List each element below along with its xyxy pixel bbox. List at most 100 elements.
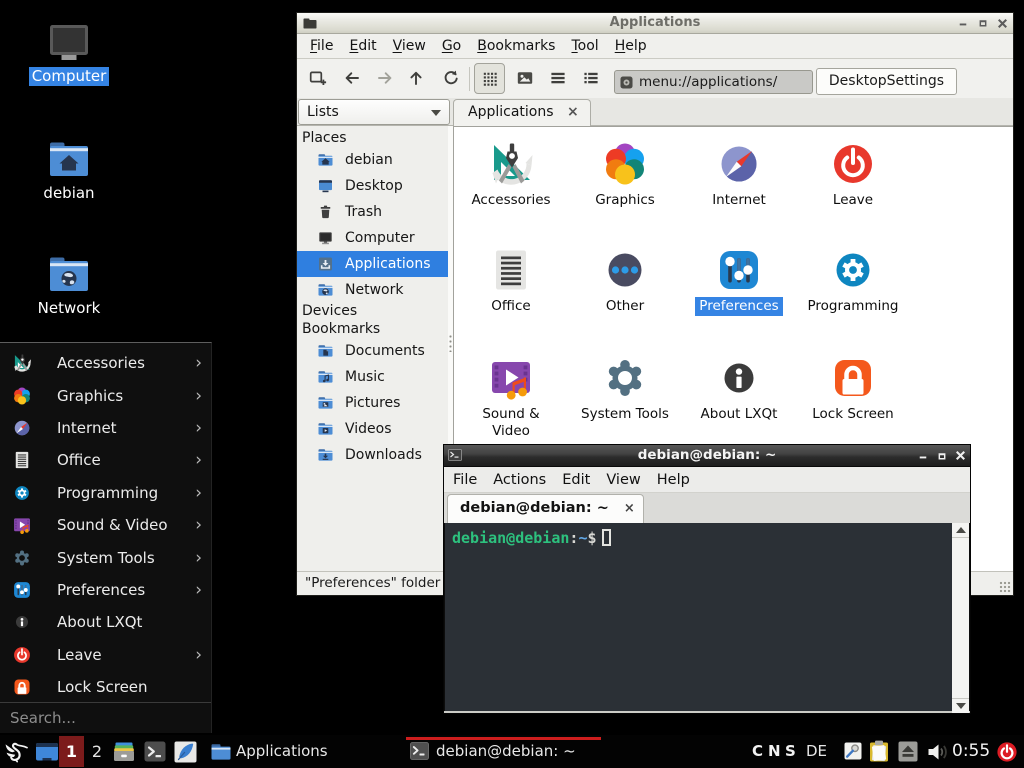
fm-menu-edit[interactable]: Edit — [341, 36, 384, 56]
menu-item-leave[interactable]: Leave› — [0, 639, 211, 671]
sidebar-item-debian[interactable]: debian — [297, 147, 448, 173]
tab-close-icon[interactable]: × — [567, 104, 579, 120]
menu-search-input[interactable]: Search... — [0, 702, 211, 733]
clipboard-tray-icon[interactable] — [868, 740, 890, 762]
submenu-arrow-icon: › — [195, 515, 202, 535]
menu-item-sound-video[interactable]: Sound & Video› — [0, 509, 211, 541]
terminal-minimize-button[interactable] — [917, 450, 928, 461]
back-button[interactable] — [343, 69, 361, 87]
app-menu-button[interactable] — [4, 740, 28, 763]
terminal-launcher[interactable] — [144, 741, 166, 762]
terminal-menu-edit[interactable]: Edit — [554, 470, 598, 490]
desktop-switcher-icon[interactable] — [35, 742, 59, 762]
volume-tray-icon[interactable] — [927, 742, 949, 762]
detailed-view-button[interactable] — [582, 69, 600, 87]
sidebar-item-trash[interactable]: Trash — [297, 199, 448, 225]
clock[interactable]: 0:55 — [952, 735, 990, 768]
fm-maximize-button[interactable] — [977, 18, 988, 29]
leave-button[interactable] — [997, 742, 1017, 762]
keyboard-layout-indicator[interactable]: DE — [806, 735, 827, 768]
sidebar-item-videos[interactable]: Videos — [297, 416, 448, 442]
desktop-icon-network[interactable]: Network — [27, 255, 111, 318]
fm-menu-tool[interactable]: Tool — [563, 36, 606, 56]
terminal-tab[interactable]: debian@debian: ~ × — [447, 494, 644, 523]
resize-grip[interactable] — [999, 581, 1011, 593]
sidebar-item-music[interactable]: Music — [297, 364, 448, 390]
sidebar-item-documents[interactable]: Documents — [297, 338, 448, 364]
scroll-up-button[interactable] — [952, 523, 969, 538]
app-category-sound[interactable]: Sound & Video — [454, 354, 568, 441]
terminal-scrollbar[interactable] — [952, 523, 969, 713]
workspace-1-button[interactable]: 1 — [59, 736, 84, 767]
menu-item-internet[interactable]: Internet› — [0, 412, 211, 444]
menu-item-accessories[interactable]: Accessories› — [0, 347, 211, 379]
reload-button[interactable] — [442, 69, 460, 87]
desktop-icon-debian[interactable]: debian — [27, 140, 111, 203]
forward-button[interactable] — [376, 69, 394, 87]
pictures-icon — [317, 395, 334, 411]
desktop-settings-button[interactable]: DesktopSettings — [816, 68, 957, 95]
terminal-titlebar[interactable]: debian@debian: ~ — [444, 445, 970, 467]
terminal-menu-file[interactable]: File — [445, 470, 485, 490]
sidebar-item-computer[interactable]: Computer — [297, 225, 448, 251]
thumbnail-view-button[interactable] — [516, 69, 534, 87]
sidebar-item-downloads[interactable]: Downloads — [297, 442, 448, 468]
menu-item-graphics[interactable]: Graphics› — [0, 379, 211, 411]
app-category-accessories[interactable]: Accessories — [454, 140, 568, 210]
workspace-2-button[interactable]: 2 — [87, 736, 107, 767]
fm-titlebar[interactable]: Applications — [297, 13, 1013, 34]
task-button-applications[interactable]: Applications — [205, 735, 401, 768]
scroll-down-button[interactable] — [952, 698, 969, 713]
fm-menu-file[interactable]: File — [302, 36, 341, 56]
screenshot-tray-icon[interactable] — [844, 742, 862, 760]
desktop-icon-computer[interactable]: Computer — [27, 24, 111, 86]
menu-item-lock-screen[interactable]: Lock Screen — [0, 671, 211, 703]
app-category-lock[interactable]: Lock Screen — [796, 354, 910, 424]
tab-close-icon[interactable]: × — [624, 501, 635, 516]
icon-view-button[interactable] — [474, 63, 505, 94]
app-category-internet[interactable]: Internet — [682, 140, 796, 210]
menu-item-programming[interactable]: Programming› — [0, 477, 211, 509]
sidebar-mode-combobox[interactable]: Lists — [298, 99, 450, 125]
fm-menu-bookmarks[interactable]: Bookmarks — [469, 36, 563, 56]
new-tab-button[interactable] — [309, 69, 327, 87]
fm-menu-help[interactable]: Help — [607, 36, 655, 56]
app-category-office[interactable]: Office — [454, 246, 568, 316]
app-category-about[interactable]: About LXQt — [682, 354, 796, 424]
prompt-symbol: $ — [587, 529, 596, 547]
menu-item-system-tools[interactable]: System Tools› — [0, 541, 211, 573]
app-category-label-text: Preferences — [695, 297, 782, 316]
fm-menu-go[interactable]: Go — [434, 36, 469, 56]
fm-menu-view[interactable]: View — [385, 36, 434, 56]
terminal-menu-help[interactable]: Help — [649, 470, 698, 490]
sidebar-item-desktop[interactable]: Desktop — [297, 173, 448, 199]
sidebar-item-pictures[interactable]: Pictures — [297, 390, 448, 416]
terminal-menu-actions[interactable]: Actions — [485, 470, 554, 490]
terminal-output[interactable]: debian@debian:~$ — [445, 523, 969, 713]
terminal-menu-view[interactable]: View — [598, 470, 648, 490]
up-button[interactable] — [407, 69, 425, 87]
app-category-leave[interactable]: Leave — [796, 140, 910, 210]
app-category-system[interactable]: System Tools — [568, 354, 682, 424]
sidebar-item-network[interactable]: Network — [297, 277, 448, 303]
path-bar-segment[interactable]: menu://applications/ — [614, 70, 813, 94]
compact-view-button[interactable] — [549, 69, 567, 87]
removable-media-tray-icon[interactable] — [898, 741, 918, 762]
task-button-terminal[interactable]: debian@debian: ~ — [405, 735, 602, 768]
menu-item-about-lxqt[interactable]: About LXQt — [0, 606, 211, 638]
menu-item-office[interactable]: Office› — [0, 444, 211, 476]
sidebar-item-applications[interactable]: Applications — [297, 251, 448, 277]
terminal-close-button[interactable] — [955, 450, 966, 461]
app-category-preferences[interactable]: Preferences — [682, 246, 796, 316]
app-category-programming[interactable]: Programming — [796, 246, 910, 316]
app-category-other[interactable]: Other — [568, 246, 682, 316]
menu-item-preferences[interactable]: Preferences› — [0, 574, 211, 606]
text-editor-launcher[interactable] — [174, 741, 197, 763]
file-manager-launcher[interactable] — [112, 741, 136, 762]
numlock-indicator: N — [768, 735, 781, 768]
tab-applications[interactable]: Applications × — [453, 99, 591, 126]
terminal-maximize-button[interactable] — [936, 450, 947, 461]
fm-minimize-button[interactable] — [957, 18, 968, 29]
fm-close-button[interactable] — [997, 18, 1008, 29]
app-category-graphics[interactable]: Graphics — [568, 140, 682, 210]
